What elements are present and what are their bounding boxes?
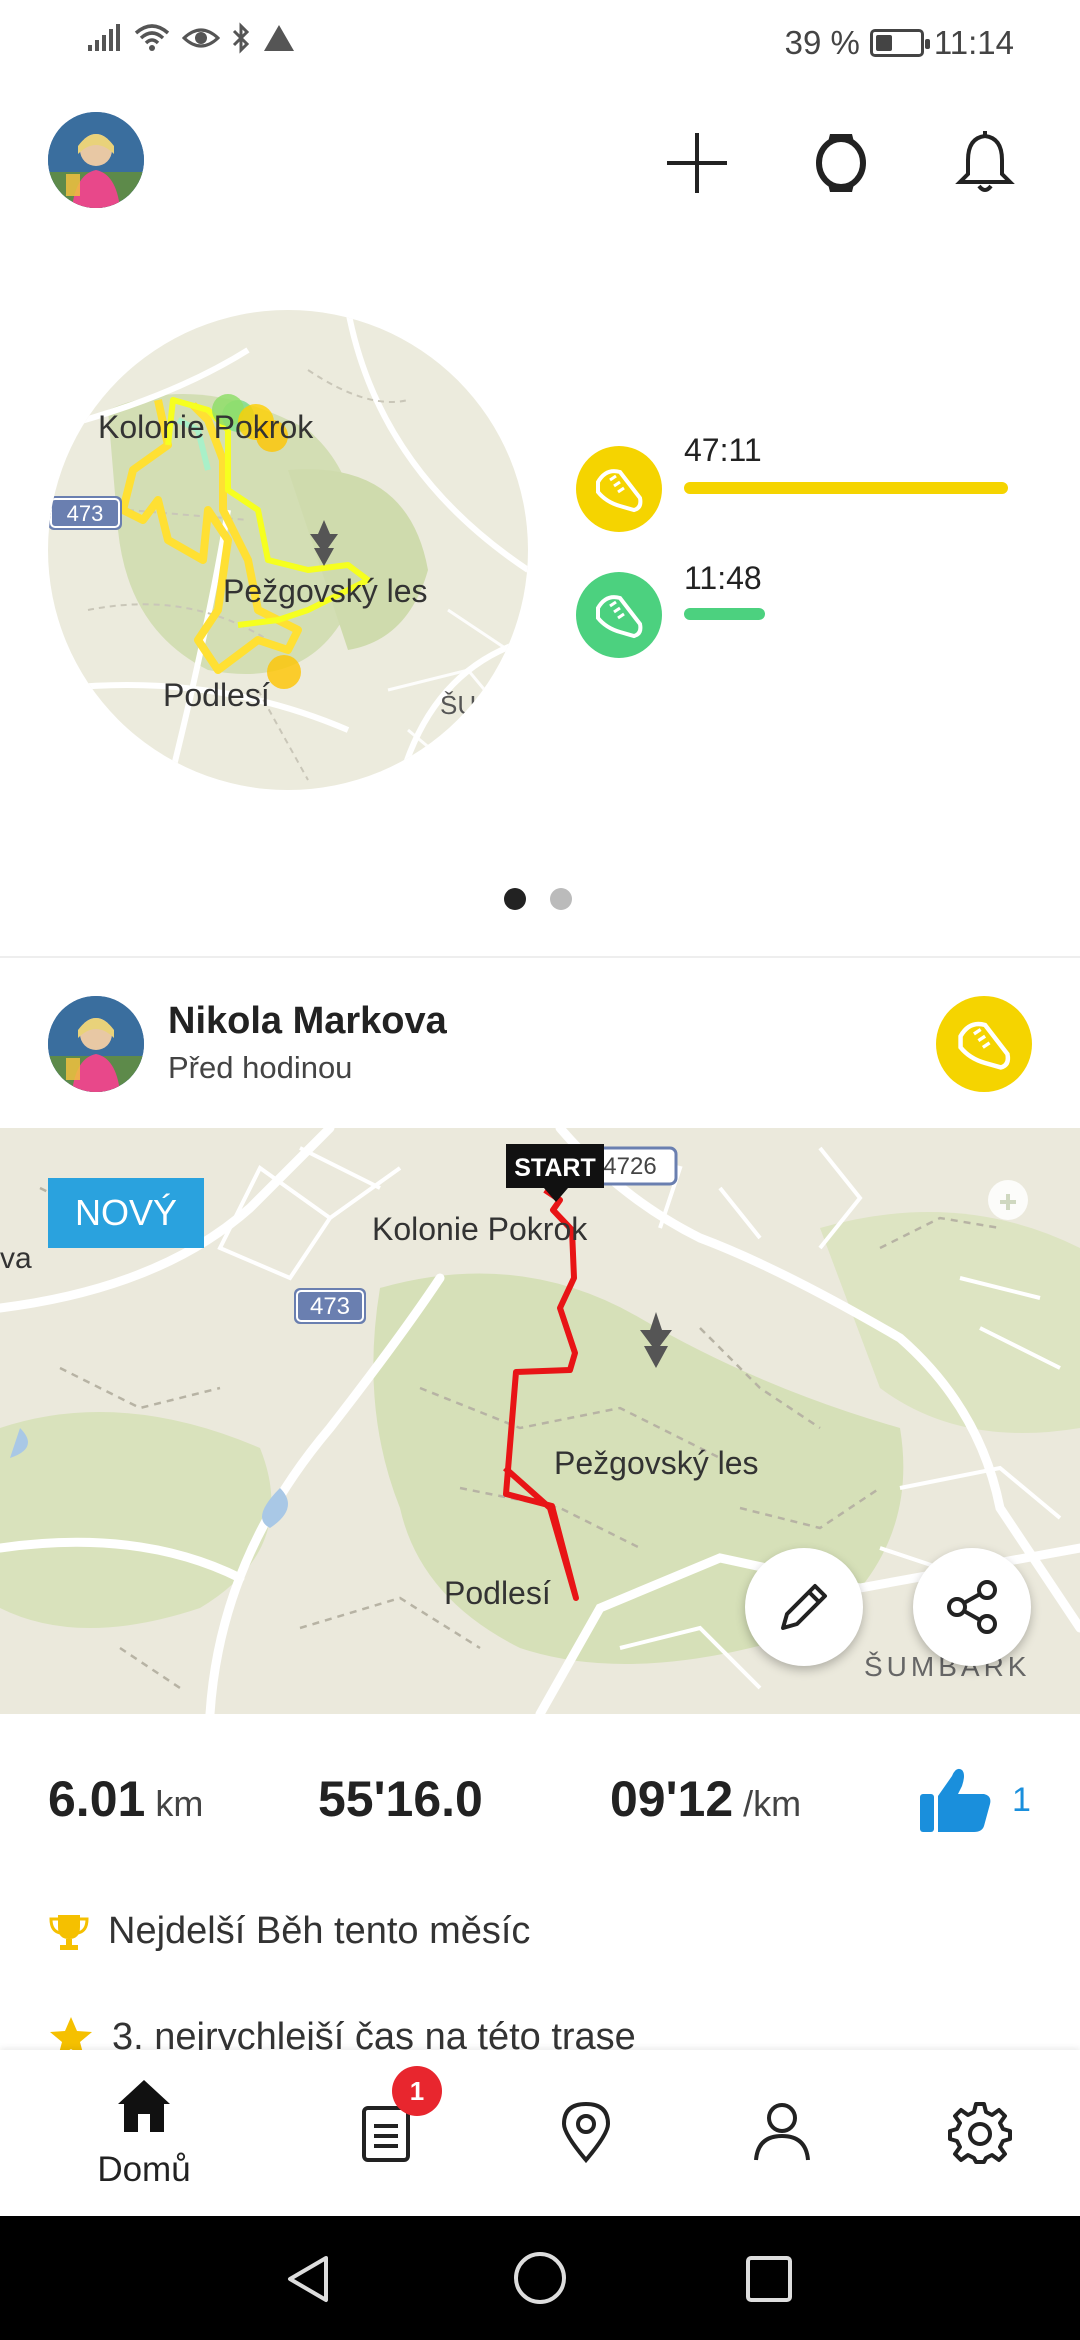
map-pin-icon <box>561 2101 611 2164</box>
battery-icon <box>869 29 930 57</box>
status-bar: 39 % 11:14 <box>0 0 1080 90</box>
activity-bar-2 <box>684 608 765 620</box>
map-place-label-2: Podlesí <box>444 1575 551 1611</box>
map-edge-label: va <box>0 1242 32 1275</box>
battery-fill <box>875 35 892 51</box>
duration-value: 55'16.0 <box>318 1771 483 1827</box>
home-circle-icon[interactable] <box>512 2250 568 2306</box>
distance-value: 6.01 <box>48 1771 146 1827</box>
trophy-icon <box>49 1914 89 1950</box>
achievement-1: Nejdelší Běh tento měsíc <box>48 1910 530 1953</box>
page-dot-1[interactable] <box>504 888 526 910</box>
start-label: START <box>514 1154 595 1182</box>
battery-percent: 39 % <box>784 24 860 61</box>
edit-button[interactable] <box>745 1548 863 1666</box>
feed-avatar-image <box>48 996 144 1092</box>
bell-icon[interactable] <box>950 128 1020 198</box>
watch-icon[interactable] <box>806 128 876 198</box>
summary-forest-label: Pežgovský les <box>223 573 428 609</box>
pace-stat: 09'12 /km <box>610 1770 801 1828</box>
page-dot-2[interactable] <box>550 888 572 910</box>
back-icon[interactable] <box>282 2252 336 2306</box>
wifi-icon <box>134 24 170 51</box>
status-icons <box>86 22 296 54</box>
system-nav-bar <box>0 2216 1080 2340</box>
bottom-nav: Domů 1 <box>0 2050 1080 2216</box>
activity-bar-1 <box>684 482 1008 494</box>
map-place-label-1: Kolonie Pokrok <box>372 1211 588 1247</box>
summary-place-label-3: ŠU <box>440 690 476 720</box>
nav-home[interactable]: Domů <box>36 2050 252 2216</box>
page-indicator[interactable] <box>504 888 572 910</box>
activity-running-icon <box>576 446 662 532</box>
share-button[interactable] <box>913 1548 1031 1666</box>
avatar-image <box>48 112 144 208</box>
pencil-icon <box>781 1584 827 1630</box>
settings-icon <box>948 2102 1012 2164</box>
like-button[interactable]: 1 <box>918 1764 1031 1836</box>
new-badge: NOVÝ <box>48 1178 204 1248</box>
activity-walking-icon <box>576 572 662 658</box>
avatar[interactable] <box>48 112 144 208</box>
nav-map[interactable] <box>478 2050 694 2216</box>
recents-icon[interactable] <box>744 2254 794 2304</box>
duration-stat: 55'16.0 <box>318 1770 483 1828</box>
profile-icon <box>754 2103 810 2161</box>
alert-icon <box>264 25 294 51</box>
like-count: 1 <box>1012 1780 1031 1819</box>
add-icon[interactable] <box>662 128 732 198</box>
nav-settings[interactable] <box>872 2050 1080 2216</box>
road-label-473: 473 <box>310 1293 350 1320</box>
nav-diary[interactable]: 1 <box>278 2050 494 2216</box>
summary-place-label-2: Podlesí <box>163 677 270 713</box>
summary-road-label: 473 <box>67 501 104 526</box>
feed-sport-icon <box>936 996 1032 1092</box>
clock: 11:14 <box>933 24 1014 61</box>
map-forest-label: Pežgovský les <box>554 1445 759 1481</box>
post-time: Před hodinou <box>168 1050 353 1085</box>
share-icon <box>947 1580 997 1634</box>
summary-map[interactable]: 473 Kolonie Pokrok Pežgovský les Podlesí… <box>48 310 528 790</box>
nav-profile[interactable] <box>674 2050 890 2216</box>
activity-duration-2: 11:48 <box>684 560 762 596</box>
pace-unit: /km <box>743 1783 802 1824</box>
activity-duration-1: 47:11 <box>684 432 762 468</box>
signal-icon <box>88 24 120 51</box>
road-label-4726: 4726 <box>603 1153 656 1180</box>
home-icon <box>118 2080 170 2132</box>
eye-icon <box>182 28 220 48</box>
thumbs-up-icon <box>920 1768 991 1832</box>
distance-unit: km <box>155 1783 204 1824</box>
user-name[interactable]: Nikola Markova <box>168 1000 447 1043</box>
notification-badge: 1 <box>392 2066 442 2116</box>
summary-place-label-1: Kolonie Pokrok <box>98 409 314 445</box>
status-right: 39 % 11:14 <box>785 24 1014 62</box>
distance-stat: 6.01 km <box>48 1770 203 1828</box>
nav-home-label: Domů <box>97 2150 191 2189</box>
achievement-text-1: Nejdelší Běh tento měsíc <box>108 1910 531 1952</box>
bluetooth-icon <box>232 22 250 54</box>
divider <box>0 956 1080 958</box>
feed-avatar[interactable] <box>48 996 144 1092</box>
pace-value: 09'12 <box>610 1771 734 1827</box>
